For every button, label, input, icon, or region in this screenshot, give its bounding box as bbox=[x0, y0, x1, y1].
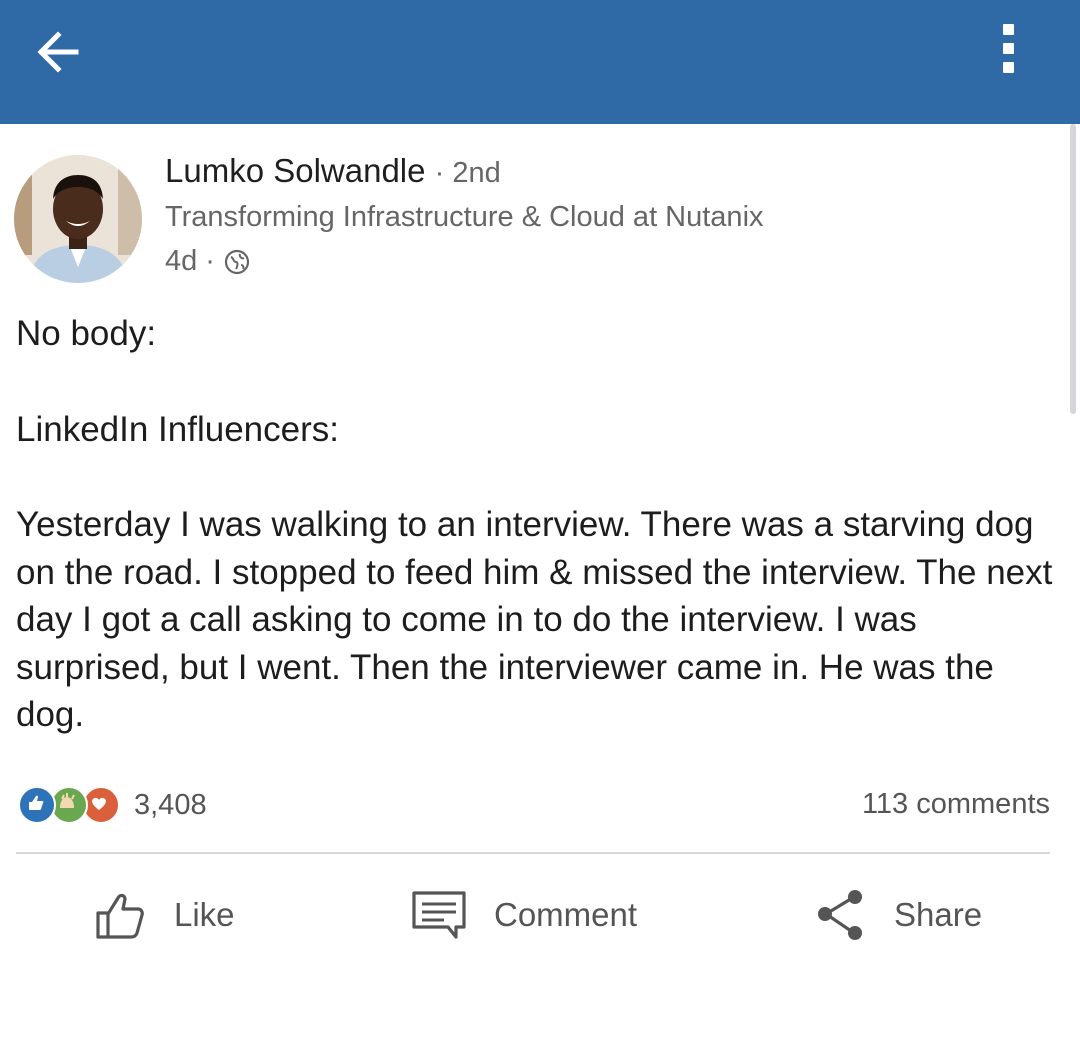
author-name[interactable]: Lumko Solwandle · 2nd bbox=[165, 152, 501, 190]
like-reaction-icon bbox=[18, 786, 56, 824]
comments-count[interactable]: 113 comments bbox=[862, 788, 1050, 821]
divider bbox=[16, 852, 1050, 854]
reactions-summary[interactable]: 3,408 bbox=[18, 785, 207, 825]
profile-photo bbox=[14, 155, 142, 283]
comment-label: Comment bbox=[494, 896, 638, 933]
reaction-count: 3,408 bbox=[134, 788, 207, 821]
author-headline: Transforming Infrastructure & Cloud at N… bbox=[165, 201, 764, 233]
meta-separator: · bbox=[205, 245, 215, 277]
scrollbar[interactable] bbox=[1070, 124, 1076, 414]
post-paragraph: No body: bbox=[16, 314, 157, 353]
arrow-left-icon bbox=[37, 31, 79, 73]
comment-icon bbox=[412, 891, 466, 939]
share-label: Share bbox=[894, 896, 983, 933]
share-button[interactable]: Share bbox=[814, 880, 982, 950]
top-bar bbox=[0, 0, 1080, 124]
connection-degree: · 2nd bbox=[434, 157, 501, 189]
post-body: No body: LinkedIn Influencers: Yesterday… bbox=[16, 310, 1056, 739]
share-icon bbox=[818, 890, 862, 940]
post-meta: 4d · bbox=[165, 245, 251, 278]
post-paragraph: Yesterday I was walking to an interview.… bbox=[16, 505, 1053, 734]
like-button[interactable]: Like bbox=[92, 880, 235, 950]
more-options-button[interactable] bbox=[990, 20, 1026, 84]
post-paragraph: LinkedIn Influencers: bbox=[16, 409, 339, 449]
post-age: 4d bbox=[165, 245, 198, 277]
thumbs-up-icon bbox=[96, 893, 144, 939]
comment-button[interactable]: Comment bbox=[410, 880, 637, 950]
more-vertical-icon bbox=[990, 20, 1026, 73]
back-button[interactable] bbox=[30, 22, 90, 82]
author-name-text: Lumko Solwandle bbox=[165, 152, 426, 189]
globe-icon bbox=[224, 249, 250, 274]
like-label: Like bbox=[174, 896, 235, 933]
avatar[interactable] bbox=[14, 155, 142, 283]
